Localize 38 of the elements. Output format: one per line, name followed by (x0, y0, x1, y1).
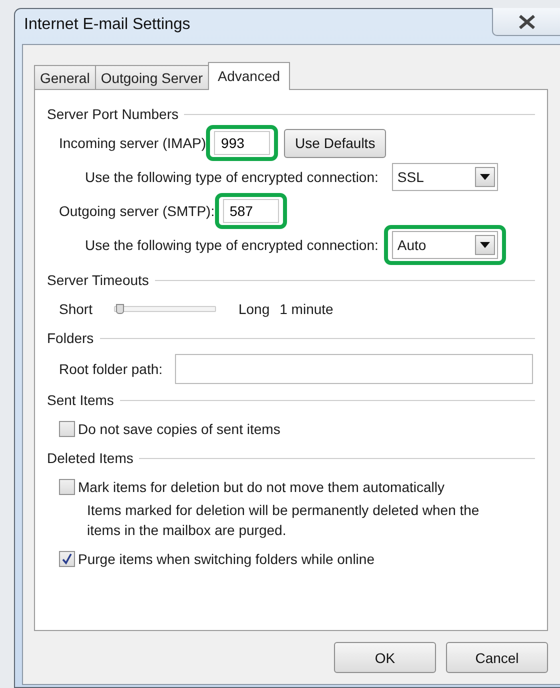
field-label: Root folder path: (59, 361, 163, 377)
checkbox-label: Do not save copies of sent items (78, 421, 280, 437)
timeout-reading: 1 minute (280, 301, 334, 317)
window-title: Internet E-mail Settings (23, 14, 190, 34)
section-heading: Folders (47, 330, 94, 346)
slider-min-label: Short (59, 301, 92, 317)
slider-thumb[interactable] (116, 304, 124, 314)
field-label: Outgoing server (SMTP): (59, 203, 215, 219)
checkbox[interactable] (59, 479, 75, 495)
tab[interactable]: Outgoing Server (94, 65, 209, 89)
checkbox-label: Purge items when switching folders while online (78, 551, 374, 567)
port-field[interactable]: 993 (214, 131, 270, 155)
tab[interactable]: General (34, 65, 96, 89)
section-heading: Deleted Items (47, 450, 134, 466)
timeout-slider[interactable] (114, 306, 216, 312)
slider-max-label: Long (238, 301, 270, 317)
dialog-button[interactable]: Cancel (446, 642, 548, 673)
checkbox[interactable] (59, 551, 75, 567)
tab[interactable]: Advanced (208, 62, 290, 90)
option-description: Items marked for deletion will be permanently deleted when the items in the mailbox are purged. (86, 501, 480, 540)
checkbox[interactable] (59, 421, 75, 437)
dropdown-arrow-icon (480, 242, 490, 248)
section-heading: Server Port Numbers (47, 106, 178, 122)
dialog-button[interactable]: OK (334, 642, 436, 673)
section-heading: Server Timeouts (47, 272, 149, 288)
encryption-dropdown[interactable]: Auto (392, 231, 498, 259)
section-heading: Sent Items (47, 392, 114, 408)
port-field[interactable]: 587 (222, 199, 279, 223)
use-defaults-button[interactable]: Use Defaults (284, 128, 386, 158)
encryption-dropdown[interactable]: SSL (392, 163, 498, 191)
field-label: Incoming server (IMAP) (59, 135, 206, 151)
field-label: Use the following type of encrypted connection: (85, 237, 378, 253)
close-icon (518, 14, 536, 28)
close-button[interactable] (492, 8, 560, 36)
dropdown-arrow-icon (480, 174, 490, 180)
field-label: Use the following type of encrypted connection: (85, 169, 378, 185)
checkbox-label: Mark items for deletion but do not move them automatically (78, 479, 445, 495)
root-folder-field[interactable] (174, 354, 533, 384)
